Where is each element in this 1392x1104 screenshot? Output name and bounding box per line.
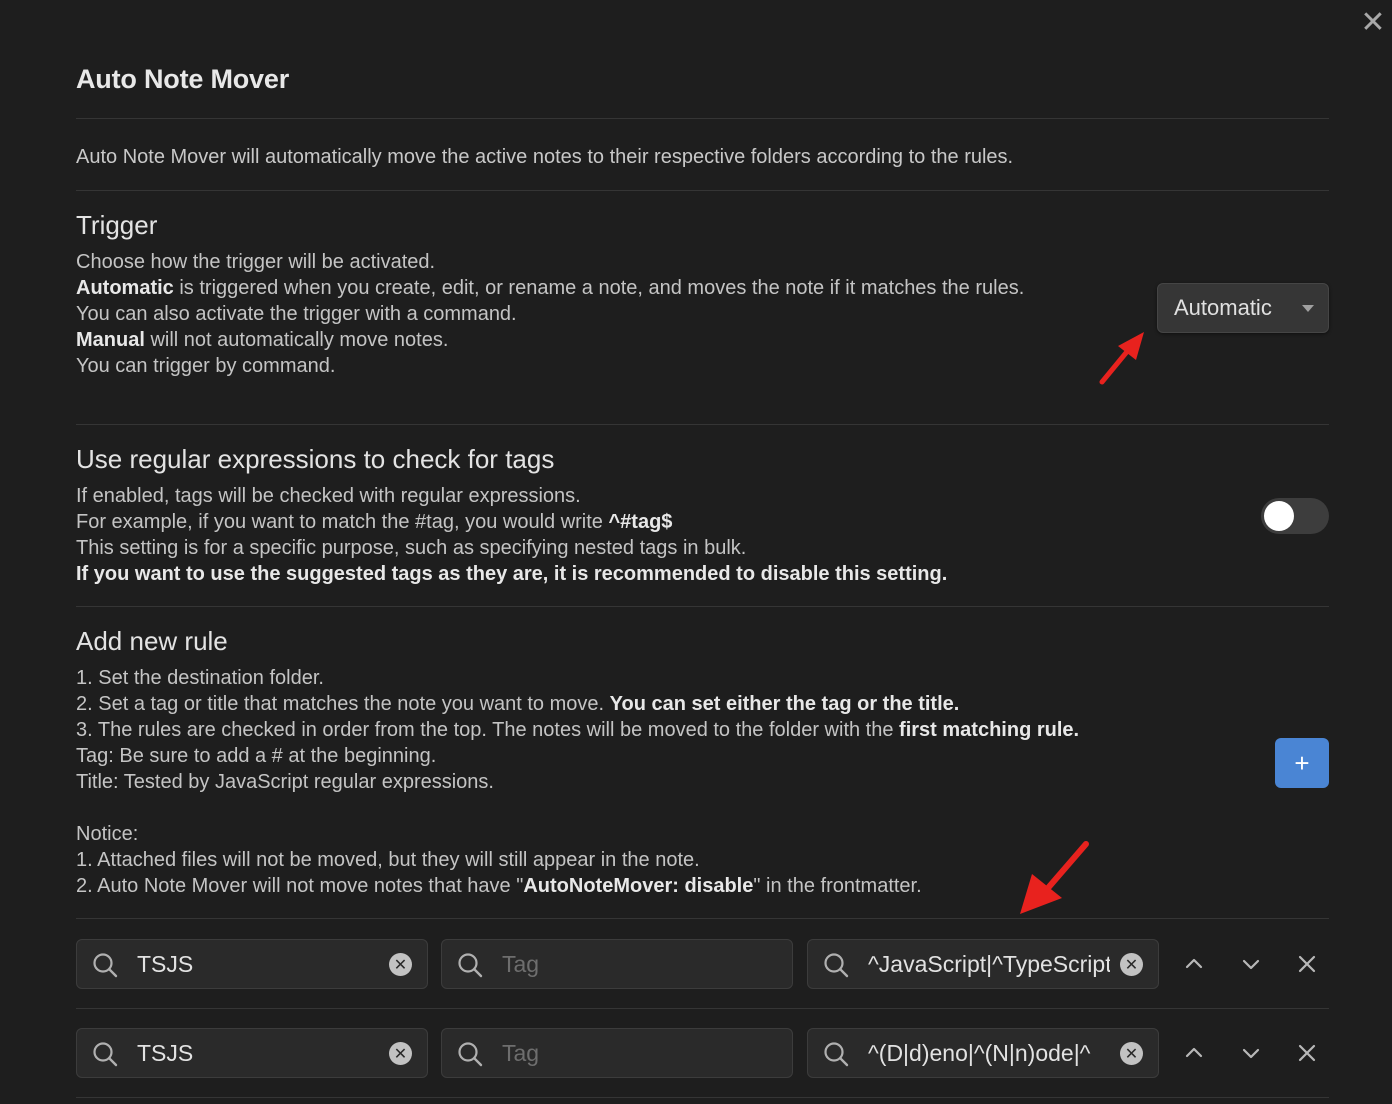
desc-text: 2. Set a tag or title that matches the n… xyxy=(76,693,610,715)
setting-desc-trigger: Choose how the trigger will be activated… xyxy=(76,249,1126,379)
desc-line: For example, if you want to match the #t… xyxy=(76,509,1329,535)
desc-text: For example, if you want to match the #t… xyxy=(76,511,609,533)
folder-input[interactable]: TSJS ✕ xyxy=(76,939,428,989)
tag-input[interactable]: Tag xyxy=(441,1028,793,1078)
desc-bold: Automatic xyxy=(76,277,174,299)
search-icon xyxy=(458,953,483,978)
desc-line: Title: Tested by JavaScript regular expr… xyxy=(76,771,494,793)
desc-line: Manual will not automatically move notes… xyxy=(76,327,1126,353)
desc-bold: Manual xyxy=(76,329,145,351)
delete-rule-button[interactable] xyxy=(1290,947,1324,981)
page-title: Auto Note Mover xyxy=(76,64,290,94)
search-icon xyxy=(93,953,118,978)
divider xyxy=(76,424,1329,425)
desc-bold: AutoNoteMover: disable xyxy=(523,875,754,897)
title-value: ^(D|d)eno|^(N|n)ode|^ xyxy=(868,1040,1091,1066)
title-value: ^JavaScript|^TypeScript xyxy=(868,951,1110,977)
desc-line: 2. Set a tag or title that matches the n… xyxy=(76,691,1256,717)
folder-value: TSJS xyxy=(137,1040,194,1066)
move-up-button[interactable] xyxy=(1177,1036,1211,1070)
folder-input[interactable]: TSJS ✕ xyxy=(76,1028,428,1078)
rule-row: TSJS ✕ Tag ^JavaScript|^TypeScript ✕ xyxy=(76,939,1329,991)
clear-icon[interactable]: ✕ xyxy=(389,1042,412,1065)
desc-text: 2. Auto Note Mover will not move notes t… xyxy=(76,875,524,897)
desc-line: Choose how the trigger will be activated… xyxy=(76,251,436,273)
rule-row: TSJS ✕ Tag ^(D|d)eno|^(N|n)ode|^ ✕ xyxy=(76,1028,1329,1080)
title-input[interactable]: ^(D|d)eno|^(N|n)ode|^ ✕ xyxy=(807,1028,1159,1078)
clear-icon[interactable]: ✕ xyxy=(1120,1042,1143,1065)
divider xyxy=(76,118,1329,119)
plugin-description: Auto Note Mover will automatically move … xyxy=(76,146,1014,168)
divider xyxy=(76,918,1329,919)
setting-name-add-rule: Add new rule xyxy=(76,626,228,656)
desc-line: You can trigger by command. xyxy=(76,355,336,377)
close-icon xyxy=(1298,955,1316,973)
close-icon[interactable]: ✕ xyxy=(1358,8,1388,38)
toggle-knob xyxy=(1264,501,1294,531)
chevron-down-icon xyxy=(1242,959,1260,970)
tag-input[interactable]: Tag xyxy=(441,939,793,989)
title-input[interactable]: ^JavaScript|^TypeScript ✕ xyxy=(807,939,1159,989)
move-down-button[interactable] xyxy=(1234,947,1268,981)
search-icon xyxy=(824,1042,849,1067)
desc-bold: If you want to use the suggested tags as… xyxy=(76,563,948,585)
tag-placeholder: Tag xyxy=(502,1040,540,1066)
desc-text: will not automatically move notes. xyxy=(144,329,449,351)
dropdown-value: Automatic xyxy=(1174,295,1272,320)
desc-line: If enabled, tags will be checked with re… xyxy=(76,485,581,507)
annotation-arrow-icon xyxy=(1099,332,1144,385)
folder-value: TSJS xyxy=(137,951,194,977)
divider xyxy=(76,606,1329,607)
desc-line: 3. The rules are checked in order from t… xyxy=(76,717,1256,743)
desc-bold: ^#tag$ xyxy=(608,511,673,533)
delete-rule-button[interactable] xyxy=(1290,1036,1324,1070)
desc-bold: You can set either the tag or the title. xyxy=(609,693,960,715)
trigger-dropdown[interactable]: Automatic xyxy=(1157,283,1329,333)
desc-line: This setting is for a specific purpose, … xyxy=(76,537,747,559)
divider xyxy=(76,190,1329,191)
desc-spacer xyxy=(76,795,1256,821)
desc-text: is triggered when you create, edit, or r… xyxy=(173,277,1025,299)
desc-line: Automatic is triggered when you create, … xyxy=(76,275,1126,301)
add-rule-button[interactable]: + xyxy=(1275,738,1329,788)
annotation-arrow-icon xyxy=(1020,841,1089,914)
desc-line: Tag: Be sure to add a # at the beginning… xyxy=(76,745,437,767)
setting-name-regex: Use regular expressions to check for tag… xyxy=(76,444,555,474)
regex-toggle[interactable] xyxy=(1261,498,1329,534)
chevron-down-icon xyxy=(1302,305,1314,312)
desc-text: " in the frontmatter. xyxy=(753,875,922,897)
divider xyxy=(76,1008,1329,1009)
chevron-down-icon xyxy=(1242,1048,1260,1059)
desc-bold: first matching rule. xyxy=(899,719,1080,741)
desc-line: 1. Set the destination folder. xyxy=(76,667,324,689)
setting-trigger: Trigger Choose how the trigger will be a… xyxy=(76,210,1126,379)
desc-text: 3. The rules are checked in order from t… xyxy=(76,719,900,741)
desc-line: If you want to use the suggested tags as… xyxy=(76,561,1329,587)
chevron-up-icon xyxy=(1185,958,1203,969)
move-down-button[interactable] xyxy=(1234,1036,1268,1070)
search-icon xyxy=(458,1042,483,1067)
setting-desc-regex: If enabled, tags will be checked with re… xyxy=(76,483,1329,587)
tag-placeholder: Tag xyxy=(502,951,540,977)
settings-modal: ✕ Auto Note Mover Auto Note Mover will a… xyxy=(0,0,1392,1104)
clear-icon[interactable]: ✕ xyxy=(389,953,412,976)
search-icon xyxy=(93,1042,118,1067)
clear-icon[interactable]: ✕ xyxy=(1120,953,1143,976)
desc-line: You can also activate the trigger with a… xyxy=(76,303,517,325)
divider xyxy=(76,1097,1329,1098)
setting-regex: Use regular expressions to check for tag… xyxy=(76,444,1329,587)
close-icon xyxy=(1298,1044,1316,1062)
setting-name-trigger: Trigger xyxy=(76,210,158,240)
chevron-up-icon xyxy=(1185,1047,1203,1058)
search-icon xyxy=(824,953,849,978)
move-up-button[interactable] xyxy=(1177,947,1211,981)
